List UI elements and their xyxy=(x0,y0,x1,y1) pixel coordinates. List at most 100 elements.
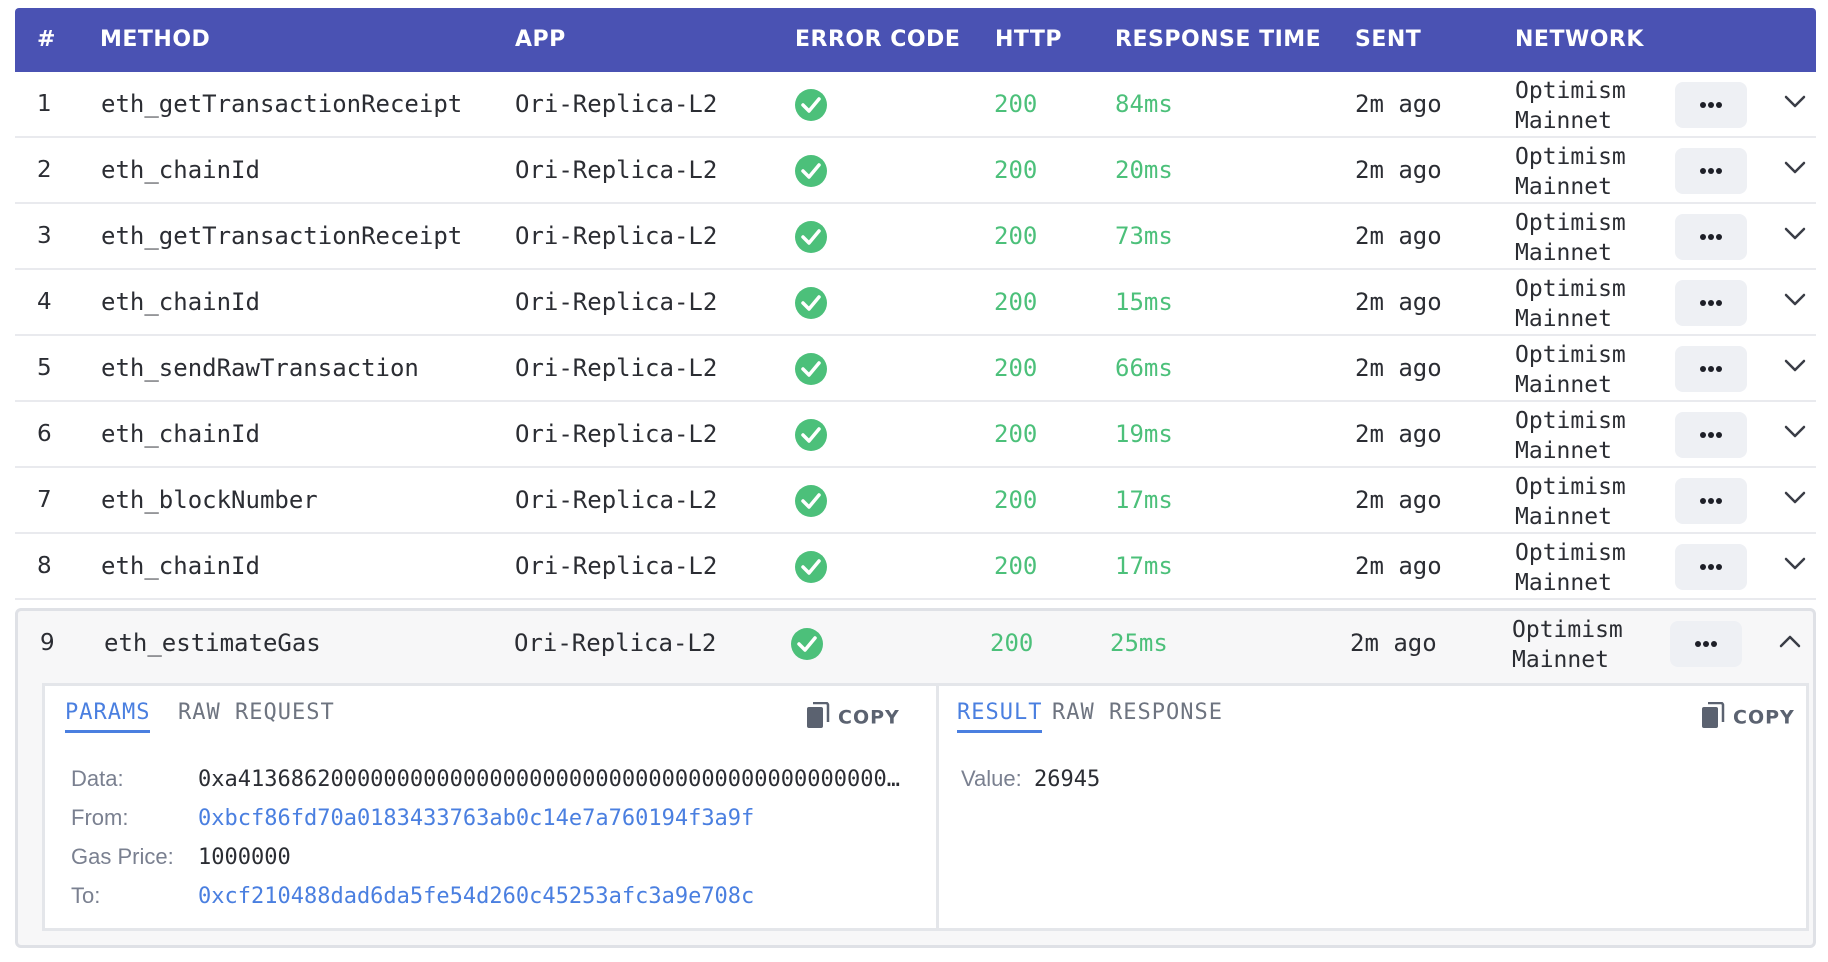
row-response-time: 17ms xyxy=(1115,486,1173,514)
row-sent: 2m ago xyxy=(1355,156,1442,184)
row-num: 5 xyxy=(37,355,52,381)
chevron-down-icon[interactable] xyxy=(1783,160,1807,176)
row-method: eth_chainId xyxy=(101,156,260,184)
row-http-status: 200 xyxy=(990,629,1034,657)
row-http-status: 200 xyxy=(994,420,1038,448)
tab-result[interactable]: RESULT xyxy=(957,700,1043,733)
row-response-time: 20ms xyxy=(1115,156,1173,184)
field-label-from: From: xyxy=(71,805,129,830)
copy-response-button[interactable]: COPY xyxy=(1701,701,1795,732)
tab-params[interactable]: PARAMS xyxy=(65,700,151,733)
row-num: 1 xyxy=(37,91,52,117)
table-row-expanded[interactable]: 9 eth_estimateGas Ori-Replica-L2 200 25m… xyxy=(18,611,1813,677)
chevron-down-icon[interactable] xyxy=(1783,292,1807,308)
row-network: Optimism Mainnet xyxy=(1515,142,1665,202)
col-header-http: HTTP xyxy=(995,27,1063,52)
row-response-time: 25ms xyxy=(1110,629,1168,657)
network-name: Optimism xyxy=(1515,210,1626,236)
more-actions-button[interactable] xyxy=(1675,544,1747,590)
network-type: Mainnet xyxy=(1512,647,1609,673)
row-response-time: 73ms xyxy=(1115,222,1173,250)
more-actions-button[interactable] xyxy=(1675,82,1747,128)
row-response-time: 66ms xyxy=(1115,354,1173,382)
row-sent: 2m ago xyxy=(1355,552,1442,580)
network-name: Optimism xyxy=(1515,144,1626,170)
more-actions-button[interactable] xyxy=(1675,280,1747,326)
row-network: Optimism Mainnet xyxy=(1512,615,1662,675)
row-app: Ori-Replica-L2 xyxy=(515,420,718,448)
row-network: Optimism Mainnet xyxy=(1515,340,1665,400)
copy-label: COPY xyxy=(1733,706,1795,729)
row-method: eth_getTransactionReceipt xyxy=(101,90,463,118)
row-app: Ori-Replica-L2 xyxy=(515,90,718,118)
table-row[interactable]: 6 eth_chainId Ori-Replica-L2 200 19ms 2m ago O… xyxy=(15,402,1816,468)
col-header-app: APP xyxy=(515,27,566,52)
network-type: Mainnet xyxy=(1515,438,1612,464)
row-network: Optimism Mainnet xyxy=(1515,274,1665,334)
success-check-icon xyxy=(795,551,827,583)
row-num: 6 xyxy=(37,421,52,447)
row-app: Ori-Replica-L2 xyxy=(515,156,718,184)
col-header-response-time: RESPONSE TIME xyxy=(1115,27,1322,52)
network-type: Mainnet xyxy=(1515,372,1612,398)
row-network: Optimism Mainnet xyxy=(1515,472,1665,532)
row-http-status: 200 xyxy=(994,552,1038,580)
field-value-from-address[interactable]: 0xbcf86fd70a0183433763ab0c14e7a760194f3a… xyxy=(198,806,754,831)
network-type: Mainnet xyxy=(1515,174,1612,200)
chevron-down-icon[interactable] xyxy=(1783,490,1807,506)
row-sent: 2m ago xyxy=(1350,629,1437,657)
network-name: Optimism xyxy=(1515,540,1626,566)
copy-icon xyxy=(807,701,830,728)
row-http-status: 200 xyxy=(994,156,1038,184)
chevron-up-icon[interactable] xyxy=(1778,633,1802,649)
more-actions-button[interactable] xyxy=(1675,412,1747,458)
more-actions-button[interactable] xyxy=(1675,214,1747,260)
table-row[interactable]: 1 eth_getTransactionReceipt Ori-Replica-L2… xyxy=(15,72,1816,138)
more-actions-button[interactable] xyxy=(1670,621,1742,667)
col-header-error-code: ERROR CODE xyxy=(795,27,961,52)
field-label-to: To: xyxy=(71,883,101,908)
table-row[interactable]: 3 eth_getTransactionReceipt Ori-Replica-L2… xyxy=(15,204,1816,270)
row-method: eth_blockNumber xyxy=(101,486,318,514)
table-header: # METHOD APP ERROR CODE HTTP RESPONSE TI… xyxy=(15,8,1816,72)
row-num: 9 xyxy=(40,630,55,656)
row-sent: 2m ago xyxy=(1355,90,1442,118)
copy-request-button[interactable]: COPY xyxy=(806,701,900,732)
row-method: eth_estimateGas xyxy=(104,629,321,657)
row-response-time: 19ms xyxy=(1115,420,1173,448)
row-network: Optimism Mainnet xyxy=(1515,76,1665,136)
row-response-time: 84ms xyxy=(1115,90,1173,118)
row-http-status: 200 xyxy=(994,288,1038,316)
request-panel: PARAMS RAW REQUEST COPY Data: 0xa4136862… xyxy=(42,683,939,931)
chevron-down-icon[interactable] xyxy=(1783,424,1807,440)
chevron-down-icon[interactable] xyxy=(1783,94,1807,110)
row-num: 8 xyxy=(37,553,52,579)
table-row[interactable]: 2 eth_chainId Ori-Replica-L2 200 20ms 2m ago O… xyxy=(15,138,1816,204)
tab-raw-response[interactable]: RAW RESPONSE xyxy=(1052,700,1223,725)
network-type: Mainnet xyxy=(1515,306,1612,332)
row-http-status: 200 xyxy=(994,354,1038,382)
network-name: Optimism xyxy=(1515,342,1626,368)
row-method: eth_chainId xyxy=(101,420,260,448)
tab-raw-request[interactable]: RAW REQUEST xyxy=(178,700,335,725)
row-sent: 2m ago xyxy=(1355,288,1442,316)
table-row[interactable]: 4 eth_chainId Ori-Replica-L2 200 15ms 2m ago O… xyxy=(15,270,1816,336)
col-header-num: # xyxy=(37,27,56,52)
field-value-to-address[interactable]: 0xcf210488dad6da5fe54d260c45253afc3a9e70… xyxy=(198,884,754,909)
row-response-time: 17ms xyxy=(1115,552,1173,580)
row-num: 3 xyxy=(37,223,52,249)
table-row[interactable]: 8 eth_chainId Ori-Replica-L2 200 17ms 2m ago O… xyxy=(15,534,1816,600)
row-sent: 2m ago xyxy=(1355,420,1442,448)
table-row[interactable]: 5 eth_sendRawTransaction Ori-Replica-L2 200… xyxy=(15,336,1816,402)
success-check-icon xyxy=(795,485,827,517)
request-log-table: # METHOD APP ERROR CODE HTTP RESPONSE TI… xyxy=(15,8,1816,948)
chevron-down-icon[interactable] xyxy=(1783,358,1807,374)
row-http-status: 200 xyxy=(994,486,1038,514)
chevron-down-icon[interactable] xyxy=(1783,226,1807,242)
more-actions-button[interactable] xyxy=(1675,148,1747,194)
more-actions-button[interactable] xyxy=(1675,346,1747,392)
chevron-down-icon[interactable] xyxy=(1783,556,1807,572)
success-check-icon xyxy=(795,353,827,385)
table-row[interactable]: 7 eth_blockNumber Ori-Replica-L2 200 17ms 2m … xyxy=(15,468,1816,534)
more-actions-button[interactable] xyxy=(1675,478,1747,524)
